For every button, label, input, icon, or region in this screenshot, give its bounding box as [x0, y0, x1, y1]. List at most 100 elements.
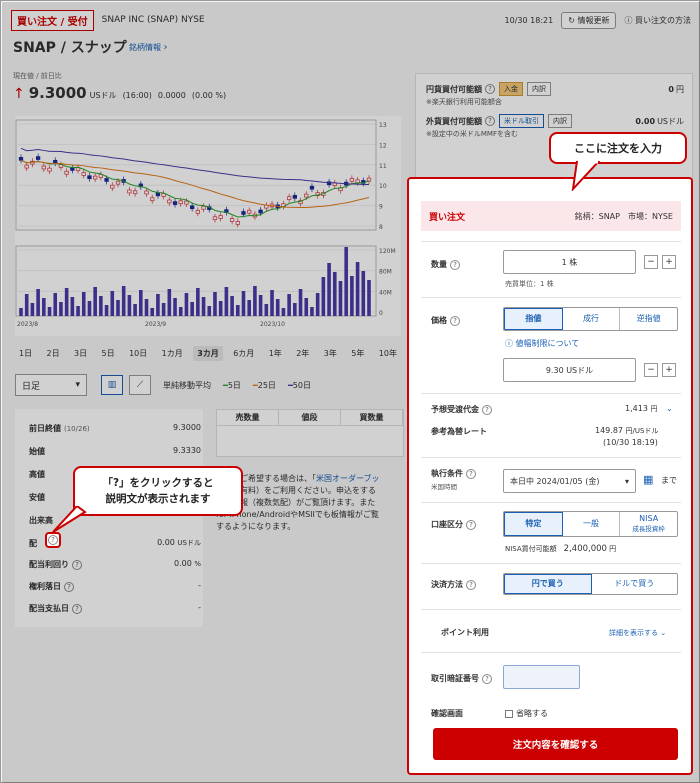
volume-bar — [30, 303, 35, 316]
period-tab-2[interactable]: 3日 — [70, 346, 91, 361]
period-tab-5[interactable]: 1カ月 — [158, 346, 187, 361]
order-type-label: 買い注文 — [429, 212, 466, 223]
yen-breakdown-button[interactable]: 内訳 — [527, 82, 551, 96]
chevron-down-icon[interactable]: ⌄ — [666, 404, 673, 413]
volume-bar — [338, 281, 343, 316]
refresh-button[interactable]: ↻ 情報更新 — [561, 11, 617, 29]
dividend-unit: USドル — [177, 539, 201, 547]
period-tab-12[interactable]: 10年 — [375, 346, 401, 361]
fx-breakdown-button[interactable]: 内訳 — [548, 114, 572, 128]
volume-bar — [24, 294, 29, 316]
line-chart-icon: ⟋ — [136, 380, 144, 390]
help-icon[interactable]: ? — [466, 519, 476, 530]
price-input[interactable]: 9.30 USドル — [503, 358, 636, 382]
period-tab-1[interactable]: 2日 — [43, 346, 64, 361]
interval-value: 日足 — [22, 381, 41, 392]
ma-label: 単純移動平均 — [163, 380, 211, 390]
nisa-sub-label: 成長投資枠 — [632, 525, 665, 533]
condition-select[interactable]: 本日中 2024/01/05 (金) ▾ — [503, 469, 636, 493]
price-seg-option-2[interactable]: 逆指値 — [620, 308, 677, 330]
how-to-order-link[interactable]: ⓘ 買い注文の方法 — [624, 15, 691, 26]
price-plus-button[interactable]: + — [662, 363, 676, 377]
volume-bar — [367, 280, 371, 316]
help-icon[interactable]: ? — [450, 315, 460, 326]
skip-confirm-checkbox[interactable]: 省略する — [505, 708, 548, 719]
candle-chart-button[interactable]: ▥ — [101, 375, 123, 395]
yield-value: 0.00 — [173, 559, 192, 568]
volume-tick-label: 120M — [379, 248, 396, 255]
candlestick-icon: ▥ — [107, 380, 117, 390]
period-tab-7[interactable]: 6カ月 — [229, 346, 258, 361]
buying-power-panel: 円貨買付可能額? 入金 内訳 0円 ※楽天銀行利用可能額含 外貨買付可能額? 米… — [415, 73, 693, 183]
volume-bar — [258, 295, 263, 316]
note-text-f: やMSIIでも板情報がご覧 — [290, 510, 379, 519]
volume-bar — [19, 308, 23, 316]
confirm-order-button[interactable]: 注文内容を確認する — [433, 728, 678, 760]
help-icon[interactable]: ? — [482, 404, 492, 415]
rate-label: 参考為替レート — [431, 427, 487, 436]
line-chart-button[interactable]: ⟋ — [129, 375, 151, 395]
acct-seg-option-1[interactable]: 一般 — [563, 512, 621, 536]
candle-body — [150, 197, 155, 202]
candle-body — [218, 215, 223, 219]
period-tab-0[interactable]: 1日 — [15, 346, 36, 361]
stock-info-link[interactable]: 銘柄情報 › — [129, 42, 168, 53]
volume-bar — [264, 304, 269, 316]
price-label: 現在値 / 前日比 — [13, 72, 62, 80]
volume-bar — [355, 262, 360, 316]
price-minus-button[interactable]: − — [644, 363, 658, 377]
pin-input[interactable] — [503, 665, 580, 689]
qty-input[interactable]: 1 株 — [503, 250, 636, 274]
settle-seg-option-1[interactable]: ドルで買う — [592, 574, 678, 594]
qty-plus-button[interactable]: + — [662, 255, 676, 269]
volume-bar — [230, 296, 234, 316]
calendar-icon[interactable]: ▦ — [643, 473, 653, 486]
help-icon[interactable]: ? — [482, 673, 492, 684]
note-text-c: 」（有料）をご利用ください。申込をする — [228, 486, 376, 495]
high-label: 高値 — [29, 470, 45, 479]
price-limit-link[interactable]: ⓘ 値幅制限について — [505, 338, 579, 349]
help-icon[interactable]: ? — [72, 560, 82, 570]
candle-body — [18, 157, 24, 161]
help-icon[interactable]: ? — [466, 468, 476, 479]
price-seg-option-0[interactable]: 指値 — [504, 308, 563, 330]
cond-sub: 米国時間 — [431, 483, 457, 491]
candle-body — [349, 177, 355, 182]
settle-seg-option-0[interactable]: 円で買う — [504, 574, 592, 594]
acct-seg-option-0[interactable]: 特定 — [504, 512, 563, 536]
estimate-label-row: 予想受渡代金? — [431, 404, 492, 415]
acct-seg-option-2[interactable]: NISA 成長投資枠 — [620, 512, 677, 536]
period-tab-8[interactable]: 1年 — [265, 346, 286, 361]
period-tab-10[interactable]: 3年 — [320, 346, 341, 361]
help-icon[interactable]: ? — [466, 579, 476, 590]
usd-trade-button[interactable]: 米ドル取引 — [499, 114, 544, 128]
stock-chart[interactable]: 13 12 11 10 9 8 120M 80M 40M 0 2023/8 2023/9 2023/10 — [15, 116, 401, 336]
period-tab-9[interactable]: 2年 — [292, 346, 313, 361]
price-row: ↑ 9.3000 USドル (16:00) 0.0000 (0.00 %) — [13, 84, 226, 102]
period-tab-6[interactable]: 3カ月 — [193, 346, 223, 361]
estimate-value-row: 1,413 円 ⌄ — [625, 404, 673, 414]
period-tab-11[interactable]: 5年 — [347, 346, 368, 361]
help-icon[interactable]: ? — [485, 116, 495, 126]
deposit-button[interactable]: 入金 — [499, 82, 523, 96]
points-detail-link[interactable]: 詳細を表示する ⌄ — [609, 628, 666, 638]
open-value: 9.3330 — [173, 446, 201, 455]
account-label-row: 口座区分? — [431, 519, 476, 530]
candle-body — [229, 218, 235, 222]
qty-label-row: 数量? — [431, 259, 460, 270]
us-orderbook-link[interactable]: 米国オーダーブッ — [316, 474, 380, 483]
help-icon[interactable]: ? — [485, 84, 495, 94]
volume-bar — [315, 293, 320, 316]
volume-bar — [241, 291, 246, 316]
interval-select[interactable]: 日足 ▾ — [15, 374, 87, 396]
help-icon[interactable]: ? — [72, 604, 82, 614]
period-tab-3[interactable]: 5日 — [98, 346, 119, 361]
volume-bar — [127, 295, 132, 316]
paydate-row: 配当支払日? - — [29, 603, 201, 614]
qty-minus-button[interactable]: − — [644, 255, 658, 269]
price-seg-option-1[interactable]: 成行 — [563, 308, 621, 330]
period-tab-4[interactable]: 10日 — [125, 346, 151, 361]
help-icon[interactable]: ? — [450, 259, 460, 270]
help-icon[interactable]: ? — [64, 582, 74, 592]
low-label: 安値 — [29, 493, 45, 502]
